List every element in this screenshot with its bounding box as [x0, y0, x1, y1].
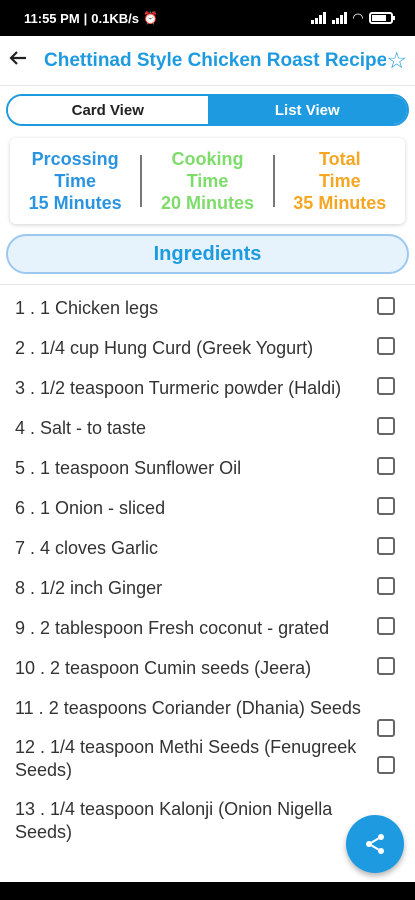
- ingredient-text: 11 . 2 teaspoons Coriander (Dhania) Seed…: [15, 698, 361, 718]
- network-speed: 0.1KB/s: [91, 10, 139, 26]
- list-item: 12 . 1/4 teaspoon Methi Seeds (Fenugreek…: [0, 719, 415, 782]
- ingredient-text: 8 . 1/2 inch Ginger: [15, 578, 163, 598]
- alarm-icon: ⏰: [143, 11, 158, 25]
- star-outline-icon[interactable]: ☆: [386, 47, 407, 74]
- ingredient-text: 6 . 1 Onion - sliced: [15, 498, 166, 518]
- total-time-label-1: Total: [318, 149, 361, 169]
- ingredient-text: 10 . 2 teaspoon Cumin seeds (Jeera): [15, 658, 312, 678]
- total-time-value: 35 Minutes: [293, 193, 387, 213]
- ingredients-header: Ingredients: [6, 234, 409, 274]
- battery-level: [372, 15, 386, 21]
- ingredient-checkbox[interactable]: [377, 457, 395, 475]
- processing-time: Prcossing Time 15 Minutes: [10, 148, 140, 214]
- signal-icon-2: [332, 12, 347, 24]
- ingredient-checkbox[interactable]: [377, 756, 395, 774]
- total-time-label-2: Time: [318, 171, 361, 191]
- ingredient-text: 7 . 4 cloves Garlic: [15, 538, 159, 558]
- cooking-time: Cooking Time 20 Minutes: [142, 148, 272, 214]
- view-toggle: Card View List View: [6, 94, 409, 126]
- battery-icon: [369, 12, 395, 24]
- time-summary-card: Prcossing Time 15 Minutes Cooking Time 2…: [10, 138, 405, 224]
- card-view-button[interactable]: Card View: [8, 96, 208, 124]
- status-time: 11:55 PM: [24, 10, 80, 26]
- list-item: 6 . 1 Onion - sliced: [0, 497, 415, 520]
- system-nav-bar: [0, 882, 415, 900]
- list-item: 3 . 1/2 teaspoon Turmeric powder (Haldi): [0, 377, 415, 400]
- ingredient-checkbox[interactable]: [377, 417, 395, 435]
- total-time: Total Time 35 Minutes: [275, 148, 405, 214]
- ingredient-text: 1 . 1 Chicken legs: [15, 298, 159, 318]
- wifi-icon: ◠: [353, 10, 363, 25]
- ingredient-text: 5 . 1 teaspoon Sunflower Oil: [15, 458, 242, 478]
- share-button[interactable]: [346, 815, 404, 873]
- ingredient-checkbox[interactable]: [377, 719, 395, 737]
- list-item: 7 . 4 cloves Garlic: [0, 537, 415, 560]
- list-item: 2 . 1/4 cup Hung Curd (Greek Yogurt): [0, 337, 415, 360]
- signal-icon: [311, 12, 326, 24]
- arrow-left-icon[interactable]: [8, 47, 34, 75]
- ingredient-checkbox[interactable]: [377, 657, 395, 675]
- app-bar: Chettinad Style Chicken Roast Recipe ☆: [0, 36, 415, 86]
- ingredient-text: 9 . 2 tablespoon Fresh coconut - grated: [15, 618, 330, 638]
- ingredient-checkbox[interactable]: [377, 537, 395, 555]
- ingredient-list: 1 . 1 Chicken legs 2 . 1/4 cup Hung Curd …: [0, 285, 415, 844]
- ingredient-checkbox[interactable]: [377, 377, 395, 395]
- list-item: 5 . 1 teaspoon Sunflower Oil: [0, 457, 415, 480]
- cooking-time-value: 20 Minutes: [160, 193, 254, 213]
- list-view-button[interactable]: List View: [207, 96, 407, 124]
- page-title: Chettinad Style Chicken Roast Recipe: [44, 49, 387, 71]
- cooking-time-label-1: Cooking: [171, 149, 244, 169]
- list-item: 8 . 1/2 inch Ginger: [0, 577, 415, 600]
- list-item: 11 . 2 teaspoons Coriander (Dhania) Seed…: [0, 697, 415, 720]
- ingredient-text: 4 . Salt - to taste: [15, 418, 147, 438]
- ingredient-checkbox[interactable]: [377, 497, 395, 515]
- processing-time-label-1: Prcossing: [31, 149, 119, 169]
- processing-time-value: 15 Minutes: [28, 193, 122, 213]
- list-item: 4 . Salt - to taste: [0, 417, 415, 440]
- ingredient-text: 2 . 1/4 cup Hung Curd (Greek Yogurt): [15, 338, 314, 358]
- processing-time-label-2: Time: [54, 171, 96, 191]
- list-item: 1 . 1 Chicken legs: [0, 297, 415, 320]
- ingredient-checkbox[interactable]: [377, 297, 395, 315]
- cooking-time-label-2: Time: [186, 171, 229, 191]
- ingredient-text: 12 . 1/4 teaspoon Methi Seeds (Fenugreek…: [15, 737, 357, 780]
- ingredient-checkbox[interactable]: [377, 617, 395, 635]
- ingredient-checkbox[interactable]: [377, 577, 395, 595]
- ingredient-checkbox[interactable]: [377, 337, 395, 355]
- share-icon: [366, 834, 384, 854]
- list-item: 9 . 2 tablespoon Fresh coconut - grated: [0, 617, 415, 640]
- ingredient-text: 13 . 1/4 teaspoon Kalonji (Onion Nigella…: [15, 799, 333, 842]
- list-item: 10 . 2 teaspoon Cumin seeds (Jeera): [0, 657, 415, 680]
- status-bar: 11:55 PM | 0.1KB/s ⏰ ◠: [0, 0, 415, 36]
- ingredient-text: 3 . 1/2 teaspoon Turmeric powder (Haldi): [15, 378, 342, 398]
